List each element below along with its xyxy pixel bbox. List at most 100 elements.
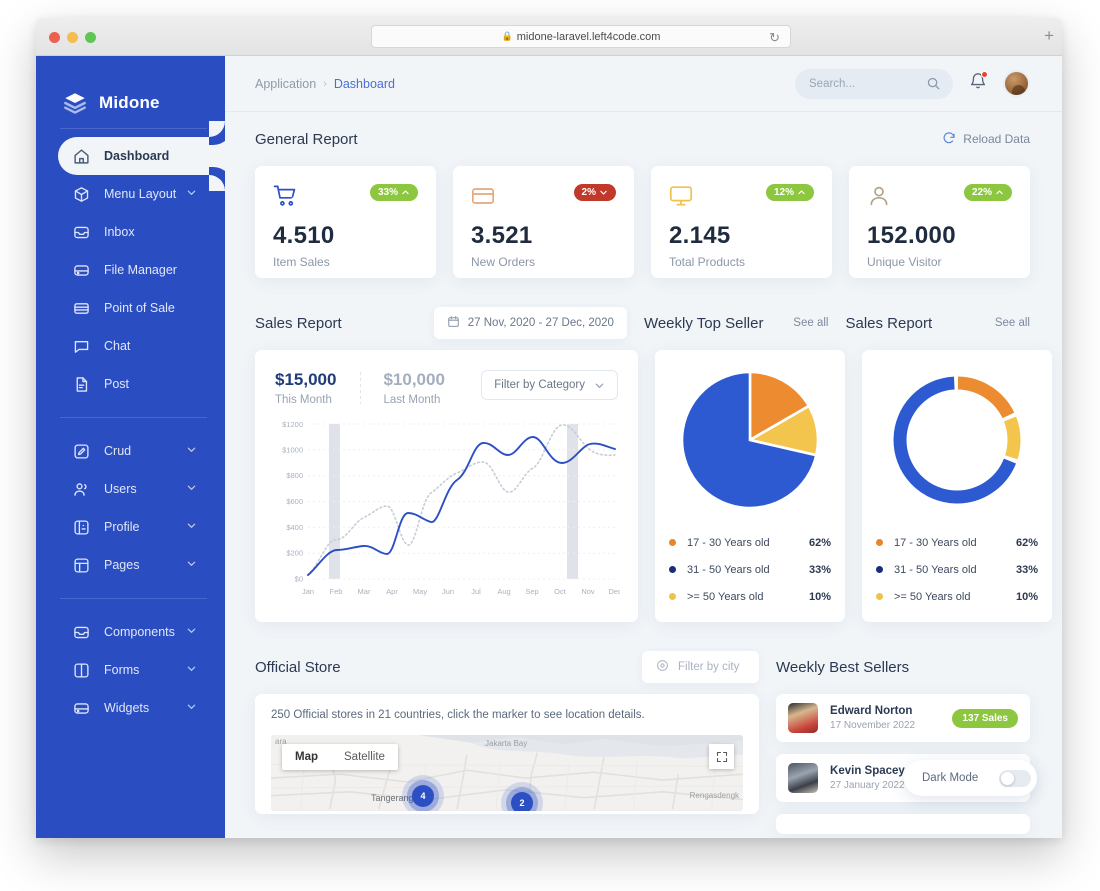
sidebar-nav-primary: Dashboard Menu Layout Inbox File Manager… — [36, 121, 225, 403]
sidebar-item-label: Pages — [104, 558, 140, 572]
sidebar-nav-secondary: Crud Users Profile Pages — [36, 432, 225, 584]
stat-card-top: 33% — [273, 184, 418, 213]
filter-by-category-select[interactable]: Filter by Category — [481, 370, 618, 400]
pie-legend: 17 - 30 Years old 62% 31 - 50 Years old … — [669, 529, 831, 610]
sidebar-item-forms[interactable]: Forms — [58, 651, 225, 689]
browser-titlebar: 🔒 midone-laravel.left4code.com ↻ + — [36, 18, 1062, 56]
home-icon — [72, 147, 91, 166]
svg-text:Jan: Jan — [302, 587, 314, 596]
seller-name: Edward Norton — [830, 705, 913, 717]
status-badge: 137 Sales — [952, 708, 1018, 728]
avatar — [788, 703, 819, 733]
weekly-top-seller-header-col: Weekly Top Seller See all — [644, 296, 829, 350]
legend-label: 17 - 30 Years old — [894, 536, 977, 549]
status-badge: 33% — [369, 184, 418, 201]
close-window-button[interactable] — [49, 32, 60, 43]
credit-card-icon — [72, 299, 91, 318]
search-icon[interactable] — [926, 76, 941, 96]
dashboard-scroll-area[interactable]: General Report Reload Data 33% 4.510 Ite… — [225, 112, 1062, 838]
legend-value: 10% — [1015, 590, 1038, 603]
map-tab-satellite[interactable]: Satellite — [331, 744, 398, 770]
stat-label: Item Sales — [273, 255, 330, 269]
map-marker[interactable]: 2 — [511, 792, 533, 811]
sidebar-item-components[interactable]: Components — [58, 613, 225, 651]
map-tab-map[interactable]: Map — [282, 744, 331, 770]
breadcrumb-current[interactable]: Dashboard — [334, 77, 395, 91]
topbar-actions — [795, 68, 1030, 99]
list-item[interactable]: Edward Norton 17 November 2022 137 Sales — [776, 694, 1030, 742]
pie-chart[interactable] — [669, 364, 831, 516]
legend-value: 62% — [1015, 536, 1038, 549]
sidebar-item-chat[interactable]: Chat — [58, 327, 225, 365]
stat-card-item-sales[interactable]: 33% 4.510 Item Sales — [255, 166, 436, 285]
inbox-icon — [72, 623, 91, 642]
sidebar-item-inbox[interactable]: Inbox — [58, 213, 225, 251]
maximize-window-button[interactable] — [85, 32, 96, 43]
avatar[interactable] — [1003, 70, 1030, 97]
summary-divider — [360, 372, 362, 404]
svg-text:May: May — [413, 587, 427, 596]
reload-icon — [942, 131, 956, 148]
breadcrumb-root[interactable]: Application — [255, 77, 316, 91]
search-input[interactable] — [809, 77, 927, 90]
donut-chart[interactable] — [876, 364, 1038, 516]
stat-card-new-orders[interactable]: 2% 3.521 New Orders — [453, 166, 634, 285]
sidebar-item-menu-layout[interactable]: Menu Layout — [58, 175, 225, 213]
dark-mode-switcher[interactable]: Dark Mode — [904, 760, 1037, 796]
calendar-icon — [447, 315, 460, 331]
sidebar-item-pages[interactable]: Pages — [58, 546, 225, 584]
date-range-picker[interactable]: 27 Nov, 2020 - 27 Dec, 2020 — [433, 307, 627, 339]
dark-mode-label: Dark Mode — [922, 772, 979, 784]
sidebar-item-users[interactable]: Users — [58, 470, 225, 508]
sidebar-item-point-of-sale[interactable]: Point of Sale — [58, 289, 225, 327]
reload-icon[interactable]: ↻ — [769, 30, 780, 46]
notifications-button[interactable] — [969, 71, 988, 95]
stat-label: New Orders — [471, 255, 536, 269]
donut-legend: 17 - 30 Years old 62% 31 - 50 Years old … — [876, 529, 1038, 610]
sidebar-item-label: Forms — [104, 663, 140, 677]
stat-card-unique-visitor[interactable]: 22% 152.000 Unique Visitor — [849, 166, 1030, 285]
seller-info: Edward Norton 17 November 2022 — [830, 705, 915, 731]
notification-badge-dot — [981, 71, 988, 78]
reload-data-button[interactable]: Reload Data — [942, 131, 1030, 148]
svg-text:$0: $0 — [295, 575, 303, 584]
map-type-toggle[interactable]: Map Satellite — [282, 744, 398, 770]
city-filter-input[interactable]: Filter by city — [642, 651, 760, 683]
stat-value: 152.000 — [867, 222, 956, 249]
svg-text:$1000: $1000 — [282, 445, 303, 454]
official-store-caption: 250 Official stores in 21 countries, cli… — [271, 709, 645, 721]
map-marker[interactable]: 4 — [412, 785, 434, 807]
dark-mode-toggle[interactable] — [999, 769, 1031, 787]
address-bar-url: midone-laravel.left4code.com — [516, 30, 661, 43]
official-store-header-col: Official Store Filter by city — [255, 640, 760, 694]
svg-text:Sep: Sep — [525, 587, 538, 596]
see-all-link[interactable]: See all — [793, 317, 828, 329]
stat-card-top: 12% — [669, 184, 814, 213]
sidebar-item-widgets[interactable]: Widgets — [58, 689, 225, 727]
see-all-link[interactable]: See all — [995, 317, 1030, 329]
list-item[interactable] — [776, 814, 1030, 834]
sidebar-item-dashboard[interactable]: Dashboard — [58, 121, 225, 191]
minimize-window-button[interactable] — [67, 32, 78, 43]
sidebar-item-profile[interactable]: Profile — [58, 508, 225, 546]
map[interactable]: ara Jakarta Bay Tangerang Rengasdengk 4 … — [271, 735, 744, 811]
city-filter-placeholder: Filter by city — [678, 661, 740, 673]
window-traffic-lights[interactable] — [49, 32, 96, 43]
legend-value: 62% — [808, 536, 831, 549]
brand[interactable]: Midone — [36, 56, 225, 124]
legend-label: >= 50 Years old — [687, 590, 764, 603]
topbar: Application › Dashboard — [225, 56, 1062, 112]
this-month-amount: $15,000 — [275, 370, 337, 389]
search-box[interactable] — [795, 68, 953, 99]
address-bar[interactable]: 🔒 midone-laravel.left4code.com ↻ — [371, 25, 791, 48]
new-tab-button[interactable]: + — [1044, 27, 1054, 44]
fullscreen-icon[interactable] — [709, 744, 735, 769]
sidebar-item-crud[interactable]: Crud — [58, 432, 225, 470]
columns-icon — [72, 661, 91, 680]
stat-card-total-products[interactable]: 12% 2.145 Total Products — [651, 166, 832, 285]
sidebar-item-post[interactable]: Post — [58, 365, 225, 403]
official-store-panel: 250 Official stores in 21 countries, cli… — [255, 694, 760, 814]
list-item[interactable]: Kevin Spacey 27 January 2022 Dark Mode — [776, 754, 1037, 802]
sidebar-item-file-manager[interactable]: File Manager — [58, 251, 225, 289]
